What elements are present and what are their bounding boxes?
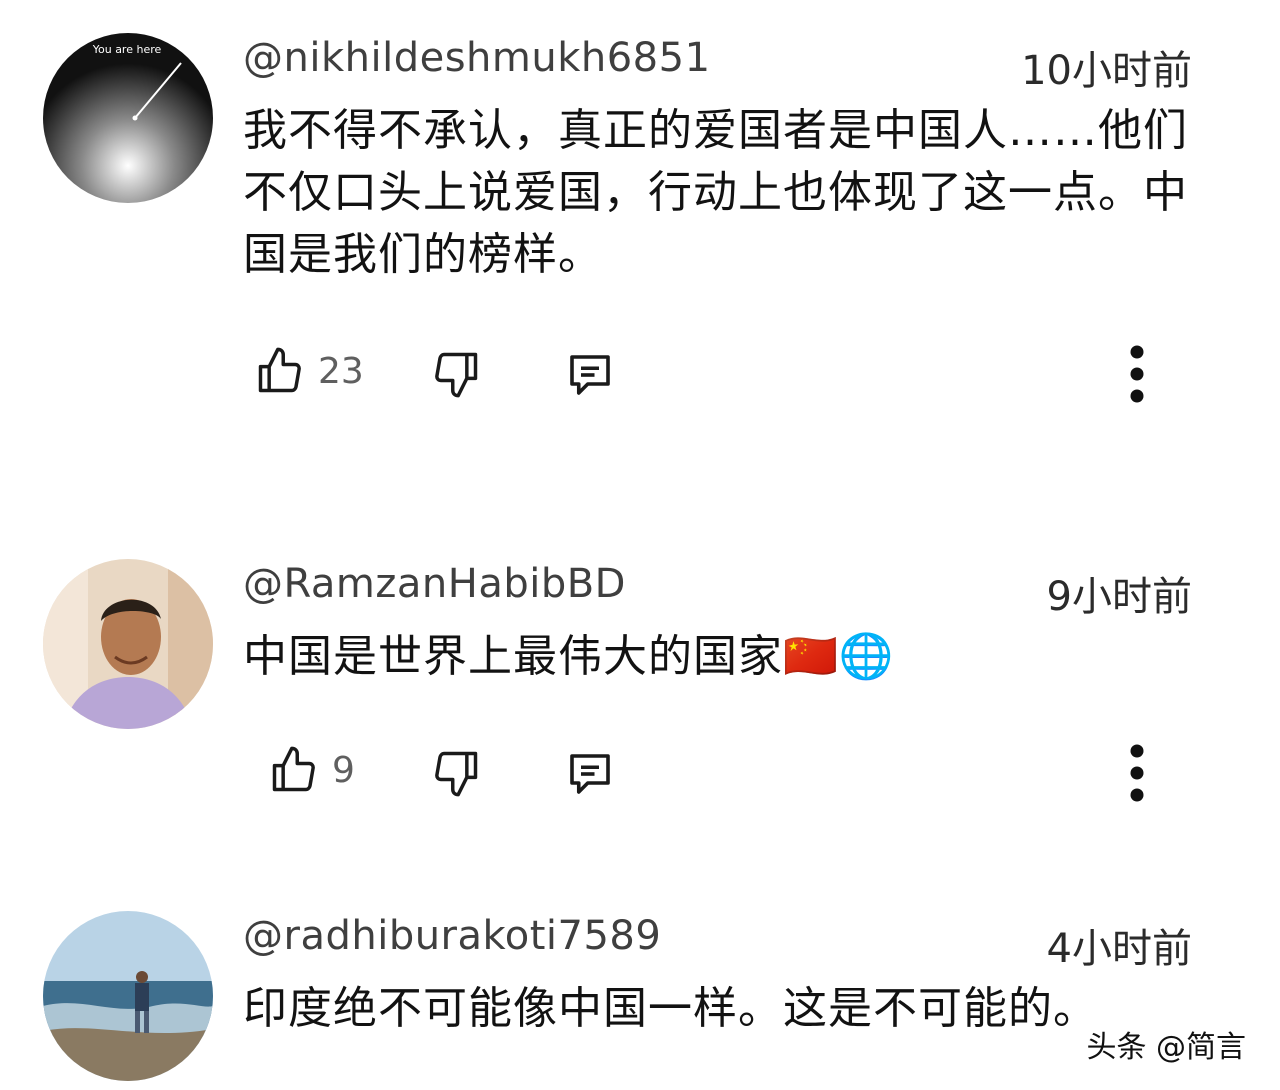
comment-timestamp: 10小时前 xyxy=(1021,48,1192,94)
watermark: 头条 @简言 xyxy=(1082,1022,1250,1066)
avatar[interactable] xyxy=(43,911,213,1081)
more-options-button[interactable] xyxy=(1122,744,1152,804)
avatar[interactable]: You are here xyxy=(43,33,213,203)
like-count: 9 xyxy=(332,749,355,791)
more-vertical-icon xyxy=(1122,744,1152,804)
comment-item: @RamzanHabibBD 9小时前 中国是世界上最伟大的国家🇨🇳🌐 9 xyxy=(0,540,1280,840)
comment-text: 中国是世界上最伟大的国家🇨🇳🌐 xyxy=(243,631,895,682)
thumbs-down-icon xyxy=(430,747,482,799)
reply-comment-icon xyxy=(563,348,617,402)
like-button[interactable]: 9 xyxy=(268,744,355,796)
dislike-button[interactable] xyxy=(430,348,482,400)
more-vertical-icon xyxy=(1122,345,1152,405)
more-options-button[interactable] xyxy=(1122,345,1152,405)
like-count: 23 xyxy=(318,350,364,392)
like-button[interactable]: 23 xyxy=(254,345,364,397)
comment-username[interactable]: @radhiburakoti7589 xyxy=(243,913,661,959)
comment-text: 印度绝不可能像中国一样。这是不可能的。 xyxy=(243,983,1098,1034)
comment-text: 我不得不承认，真正的爱国者是中国人……他们不仅口头上说爱国，行动上也体现了这一点… xyxy=(243,105,1188,280)
reply-button[interactable] xyxy=(563,348,617,402)
comment-timestamp: 9小时前 xyxy=(1046,574,1192,620)
comment-username[interactable]: @nikhildeshmukh6851 xyxy=(243,35,711,81)
thumbs-up-icon xyxy=(254,345,306,397)
dislike-button[interactable] xyxy=(430,747,482,799)
comment-item: You are here @nikhildeshmukh6851 10小时前 我… xyxy=(0,0,1280,480)
comment-username[interactable]: @RamzanHabibBD xyxy=(243,561,626,607)
reply-button[interactable] xyxy=(563,747,617,801)
thumbs-down-icon xyxy=(430,348,482,400)
reply-comment-icon xyxy=(563,747,617,801)
comment-timestamp: 4小时前 xyxy=(1046,926,1192,972)
avatar[interactable] xyxy=(43,559,213,729)
thumbs-up-icon xyxy=(268,744,320,796)
avatar-caption: You are here xyxy=(92,43,162,56)
